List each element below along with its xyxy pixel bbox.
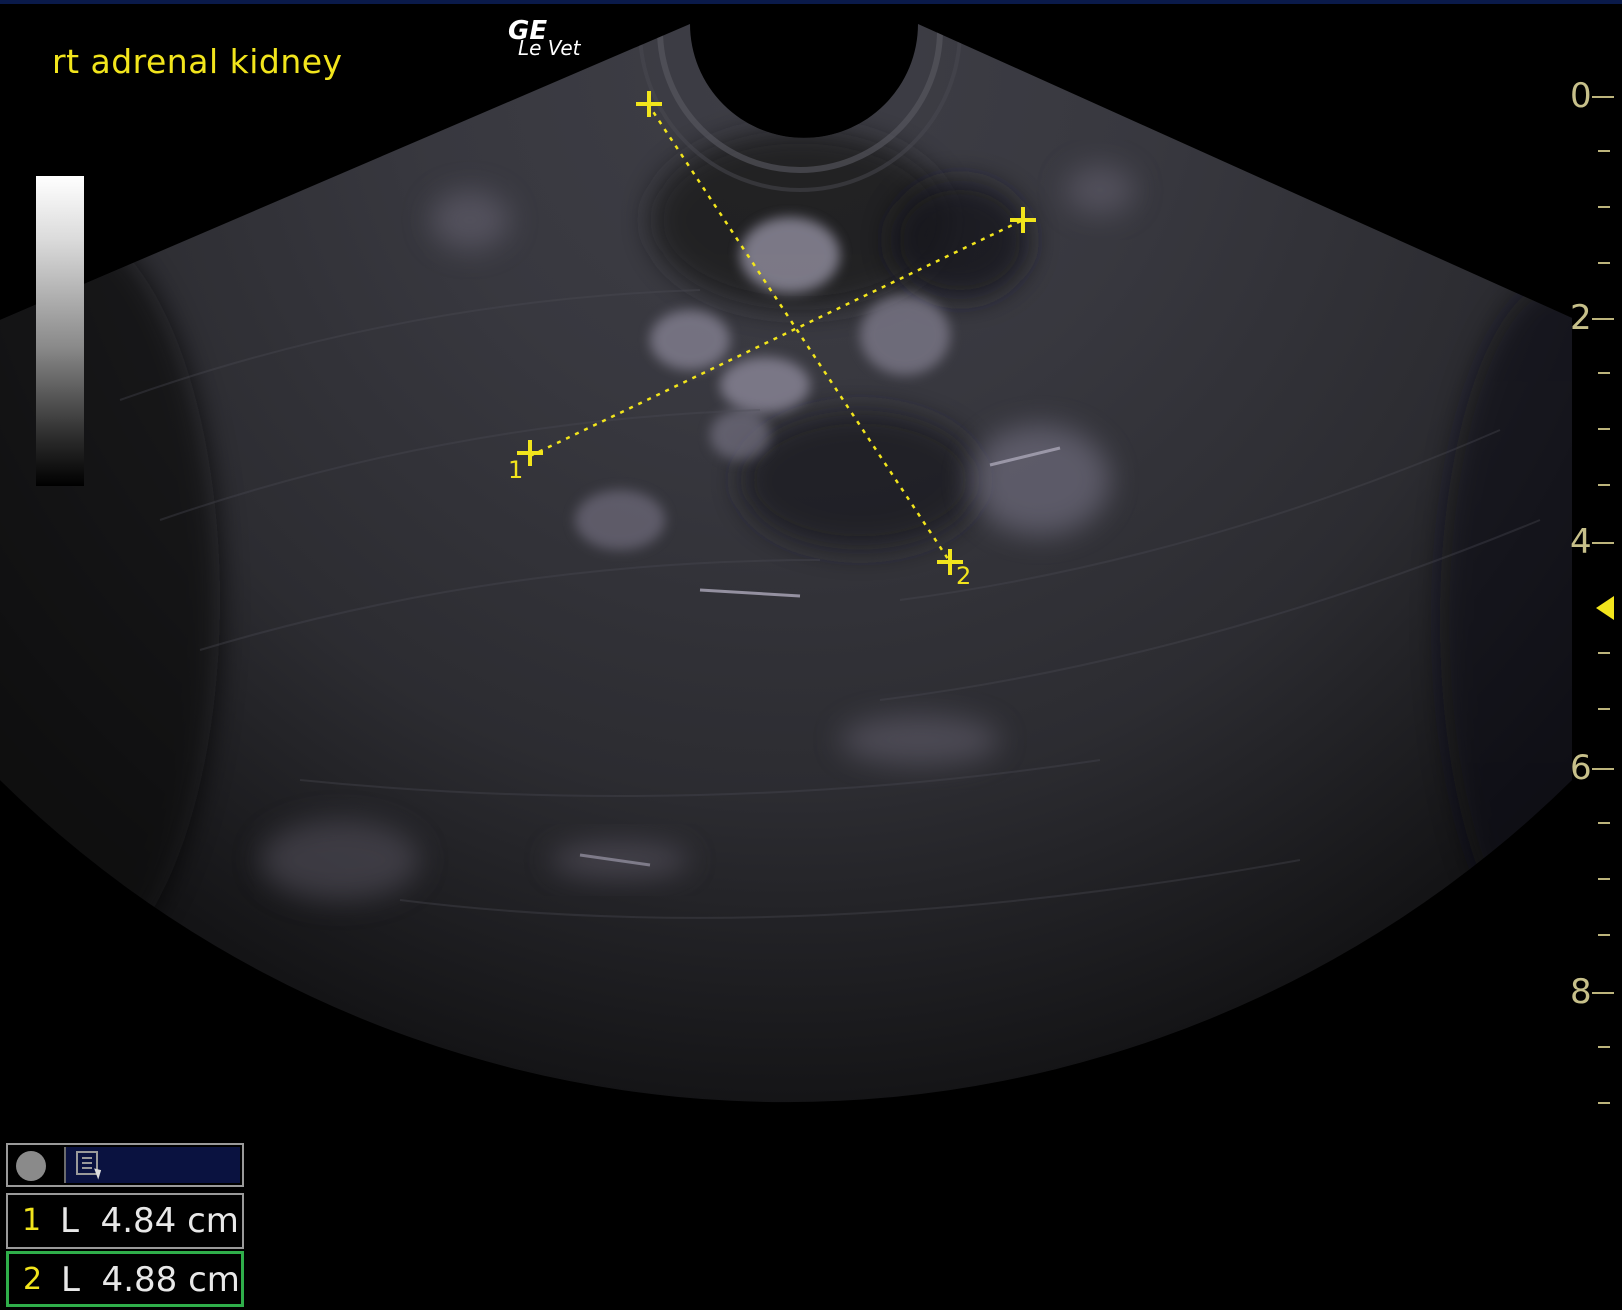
depth-tick xyxy=(1592,992,1614,994)
measurement-index: 2 xyxy=(23,1262,43,1297)
measurement-index: 1 xyxy=(22,1203,42,1238)
depth-tick xyxy=(1592,542,1614,544)
depth-tick xyxy=(1598,1046,1610,1048)
depth-tick xyxy=(1598,652,1610,654)
depth-tick xyxy=(1598,822,1610,824)
measurement-value: L 4.88 cm xyxy=(61,1260,240,1300)
depth-tick xyxy=(1598,708,1610,710)
depth-label-2: 2 xyxy=(1570,298,1592,338)
depth-tick xyxy=(1598,428,1610,430)
ge-logo: GE Le Vet xyxy=(508,18,580,58)
depth-tick xyxy=(1592,96,1614,98)
depth-tick xyxy=(1598,1102,1610,1104)
depth-tick xyxy=(1598,206,1610,208)
measurement-row-1[interactable]: 1 L 4.84 cm xyxy=(6,1193,244,1249)
depth-tick xyxy=(1592,318,1614,320)
depth-label-0: 0 xyxy=(1570,76,1592,116)
depth-tick xyxy=(1598,484,1610,486)
depth-tick xyxy=(1598,262,1610,264)
calc-cursor-icon xyxy=(76,1151,98,1175)
depth-tick xyxy=(1598,934,1610,936)
depth-tick xyxy=(1592,768,1614,770)
depth-label-6: 6 xyxy=(1570,748,1592,788)
depth-label-8: 8 xyxy=(1570,972,1592,1012)
sector-image xyxy=(0,24,1572,1103)
annotation-label: rt adrenal kidney xyxy=(52,42,343,81)
measurement-toolbar xyxy=(6,1143,244,1187)
caliper-marker-1: 1 xyxy=(508,456,524,484)
depth-tick xyxy=(1598,878,1610,880)
logo-model: Le Vet xyxy=(518,36,581,60)
depth-label-4: 4 xyxy=(1570,522,1592,562)
ultrasound-image xyxy=(0,24,1572,1103)
measure-tool-button[interactable] xyxy=(64,1147,240,1183)
depth-tick xyxy=(1598,150,1610,152)
measurement-row-2[interactable]: 2 L 4.88 cm xyxy=(6,1251,244,1307)
circle-icon[interactable] xyxy=(16,1151,46,1181)
caliper-marker-2: 2 xyxy=(956,562,972,590)
depth-tick xyxy=(1598,372,1610,374)
focus-marker-icon[interactable] xyxy=(1596,596,1614,620)
measurement-value: L 4.84 cm xyxy=(60,1201,239,1241)
grayscale-bar xyxy=(36,176,84,486)
